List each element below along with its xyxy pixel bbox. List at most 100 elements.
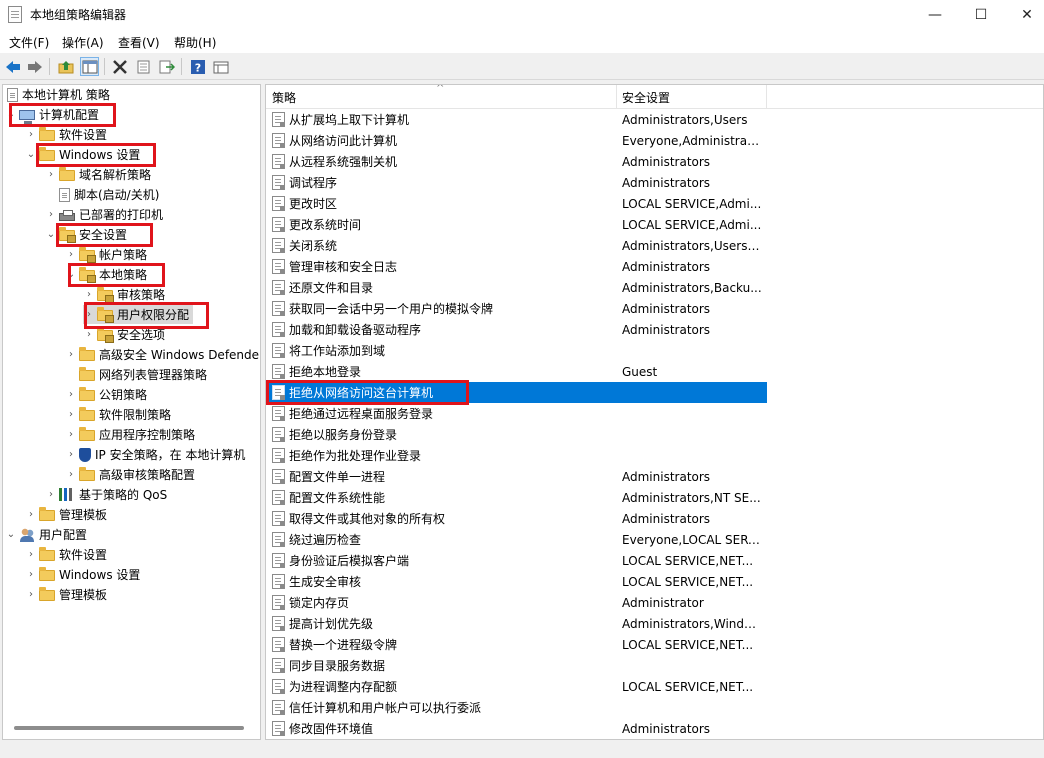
table-row[interactable]: 关闭系统 Administrators,Users,... (266, 235, 767, 256)
table-row[interactable]: 管理审核和安全日志 Administrators (266, 256, 767, 277)
table-row[interactable]: 拒绝本地登录 Guest (266, 361, 767, 382)
tree-item-ip-security[interactable]: › IP 安全策略，在 本地计算机 (65, 445, 245, 464)
tree-item-user-software[interactable]: › 软件设置 (25, 545, 107, 564)
chevron-right-icon[interactable]: › (45, 169, 57, 180)
chevron-right-icon[interactable]: › (65, 389, 77, 400)
table-row[interactable]: 绕过遍历检查 Everyone,LOCAL SERV... (266, 529, 767, 550)
table-row[interactable]: 拒绝通过远程桌面服务登录 (266, 403, 767, 424)
back-icon[interactable] (3, 57, 22, 76)
chevron-right-icon[interactable]: › (65, 449, 77, 460)
tree-item-local-policies[interactable]: ⌄ 本地策略 (65, 265, 147, 284)
chevron-right-icon[interactable]: › (25, 549, 37, 560)
chevron-right-icon[interactable]: › (25, 589, 37, 600)
chevron-right-icon[interactable]: › (45, 489, 57, 500)
tree-item-admin-templates[interactable]: › 管理模板 (25, 505, 107, 524)
tree-item-audit-policy[interactable]: › 审核策略 (83, 285, 165, 304)
chevron-right-icon[interactable]: › (83, 329, 95, 340)
table-row[interactable]: 信任计算机和用户帐户可以执行委派 (266, 697, 767, 718)
table-row[interactable]: 拒绝以服务身份登录 (266, 424, 767, 445)
delete-icon[interactable] (110, 57, 129, 76)
table-row[interactable]: 身份验证后模拟客户端 LOCAL SERVICE,NET... (266, 550, 767, 571)
table-row[interactable]: 替换一个进程级令牌 LOCAL SERVICE,NET... (266, 634, 767, 655)
tree-item-scripts[interactable]: 脚本(启动/关机) (45, 185, 159, 204)
tree-item-qos[interactable]: › 基于策略的 QoS (45, 485, 167, 504)
table-row[interactable]: 调试程序 Administrators (266, 172, 767, 193)
table-row[interactable]: 修改固件环境值 Administrators (266, 718, 767, 739)
close-button[interactable]: ✕ (1004, 0, 1044, 30)
show-hide-tree-icon[interactable] (80, 57, 99, 76)
tree-item-network-list[interactable]: 网络列表管理器策略 (65, 365, 207, 384)
tree-item-advanced-audit[interactable]: › 高级审核策略配置 (65, 465, 195, 484)
table-row[interactable]: 锁定内存页 Administrator (266, 592, 767, 613)
table-row[interactable]: 拒绝作为批处理作业登录 (266, 445, 767, 466)
chevron-down-icon[interactable]: ⌄ (5, 529, 17, 540)
table-row[interactable]: 获取同一会话中另一个用户的模拟令牌 Administrators (266, 298, 767, 319)
column-header-policy[interactable]: 策略 (272, 89, 296, 106)
view-icon[interactable] (211, 57, 230, 76)
tree-item-software-restriction[interactable]: › 软件限制策略 (65, 405, 171, 424)
tree-item-public-key[interactable]: › 公钥策略 (65, 385, 147, 404)
menu-view[interactable]: 查看(V) (118, 34, 160, 51)
chevron-down-icon[interactable]: ⌄ (5, 109, 17, 120)
tree-item-user-admin-templates[interactable]: › 管理模板 (25, 585, 107, 604)
tree-item-security-settings[interactable]: ⌄ 安全设置 (45, 225, 127, 244)
tree-item-user-rights[interactable]: › 用户权限分配 (83, 305, 194, 324)
table-row[interactable]: 将工作站添加到域 (266, 340, 767, 361)
table-row[interactable]: 还原文件和目录 Administrators,Backu... (266, 277, 767, 298)
chevron-right-icon[interactable]: › (65, 349, 77, 360)
tree-item-user-windows[interactable]: › Windows 设置 (25, 565, 140, 584)
chevron-right-icon[interactable]: › (45, 209, 57, 220)
export-icon[interactable] (157, 57, 176, 76)
maximize-button[interactable]: ☐ (958, 0, 1004, 30)
table-row[interactable]: 提高计划优先级 Administrators,Windo... (266, 613, 767, 634)
chevron-right-icon[interactable]: › (65, 429, 77, 440)
tree-horizontal-scrollbar[interactable] (14, 726, 244, 730)
table-row[interactable]: 配置文件系统性能 Administrators,NT SE... (266, 487, 767, 508)
chevron-right-icon[interactable]: › (65, 469, 77, 480)
chevron-down-icon[interactable]: ⌄ (45, 229, 57, 240)
table-row[interactable]: 配置文件单一进程 Administrators (266, 466, 767, 487)
menu-help[interactable]: 帮助(H) (174, 34, 216, 51)
chevron-right-icon[interactable]: › (83, 289, 95, 300)
tree-item-user-config[interactable]: ⌄ 用户配置 (5, 525, 87, 544)
help-icon[interactable]: ? (188, 57, 207, 76)
tree-item-security-options[interactable]: › 安全选项 (83, 325, 165, 344)
chevron-right-icon[interactable]: › (65, 409, 77, 420)
tree-item-windows-defender[interactable]: › 高级安全 Windows Defende (65, 345, 259, 364)
table-row[interactable]: 更改系统时间 LOCAL SERVICE,Admi... (266, 214, 767, 235)
chevron-right-icon[interactable]: › (65, 249, 77, 260)
table-row[interactable]: 从网络访问此计算机 Everyone,Administrat... (266, 130, 767, 151)
minimize-button[interactable]: — (912, 0, 958, 30)
menu-file[interactable]: 文件(F) (9, 34, 49, 51)
tree-root[interactable]: 本地计算机 策略 (5, 85, 110, 104)
chevron-right-icon[interactable]: › (25, 569, 37, 580)
table-row[interactable]: 加载和卸载设备驱动程序 Administrators (266, 319, 767, 340)
chevron-down-icon[interactable]: ⌄ (65, 269, 77, 280)
up-folder-icon[interactable] (56, 57, 75, 76)
table-row[interactable]: 为进程调整内存配额 LOCAL SERVICE,NET... (266, 676, 767, 697)
tree-item-windows-settings[interactable]: ⌄ Windows 设置 (25, 145, 140, 164)
table-row[interactable]: 更改时区 LOCAL SERVICE,Admi... (266, 193, 767, 214)
chevron-right-icon[interactable]: › (83, 309, 95, 320)
column-header-setting[interactable]: 安全设置 (622, 89, 670, 106)
table-row[interactable]: 生成安全审核 LOCAL SERVICE,NET... (266, 571, 767, 592)
forward-icon[interactable] (25, 57, 44, 76)
properties-icon[interactable] (134, 57, 153, 76)
tree-item-account-policies[interactable]: › 帐户策略 (65, 245, 147, 264)
tree-item-computer-config[interactable]: ⌄ 计算机配置 (5, 105, 99, 124)
table-row[interactable]: 取得文件或其他对象的所有权 Administrators (266, 508, 767, 529)
chevron-right-icon[interactable]: › (25, 129, 37, 140)
chevron-down-icon[interactable]: ⌄ (25, 149, 37, 160)
menu-action[interactable]: 操作(A) (62, 34, 104, 51)
tree-item-app-control[interactable]: › 应用程序控制策略 (65, 425, 195, 444)
tree-item-name-resolution[interactable]: › 域名解析策略 (45, 165, 151, 184)
table-row[interactable]: 从远程系统强制关机 Administrators (266, 151, 767, 172)
chevron-right-icon[interactable]: › (25, 509, 37, 520)
tree-item-printers[interactable]: › 已部署的打印机 (45, 205, 163, 224)
policy-setting-icon (272, 616, 285, 631)
tree-item-software-settings[interactable]: › 软件设置 (25, 125, 107, 144)
table-row[interactable]: 拒绝从网络访问这台计算机 (266, 382, 767, 403)
tree-item-label: 已部署的打印机 (79, 208, 164, 222)
table-row[interactable]: 从扩展坞上取下计算机 Administrators,Users (266, 109, 767, 130)
table-row[interactable]: 同步目录服务数据 (266, 655, 767, 676)
